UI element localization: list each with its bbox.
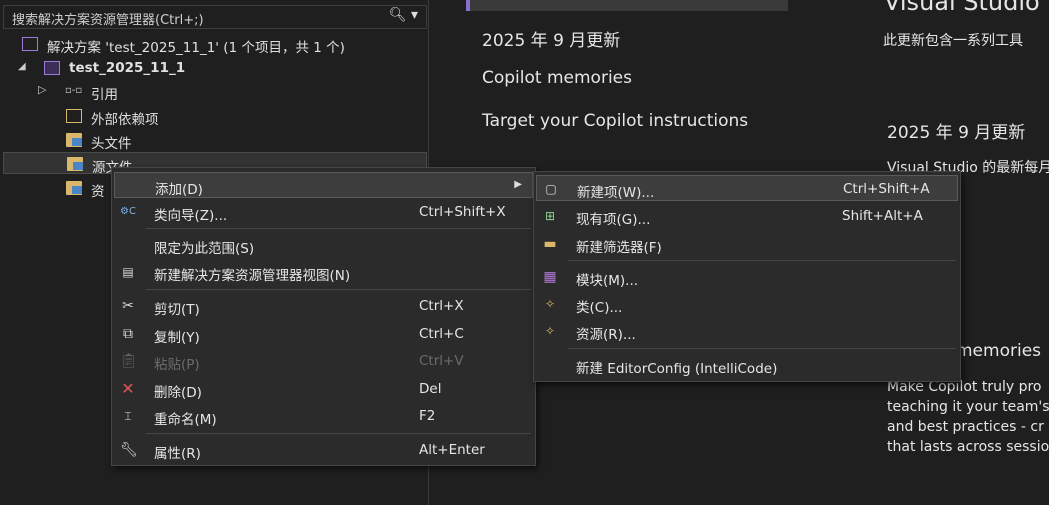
tree-item-references[interactable]: ▷ ▫-▫ 引用 (3, 80, 427, 103)
menu-item-existing-item[interactable]: ⊞ 现有项(G)... Shift+Alt+A (536, 203, 958, 229)
class-icon: ✧ (544, 297, 556, 311)
menu-shortcut: Ctrl+V (419, 353, 464, 369)
tree-item-label: test_2025_11_1 (69, 60, 186, 76)
menu-item-label: 类(C)... (576, 300, 623, 316)
tree-item-label: 头文件 (91, 136, 132, 152)
menu-item-new-view[interactable]: ▤ 新建解决方案资源管理器视图(N) (114, 259, 533, 285)
add-submenu: ▢ 新建项(W)... Ctrl+Shift+A ⊞ 现有项(G)... Shi… (533, 171, 961, 382)
menu-item-label: 删除(D) (154, 385, 202, 401)
menu-item-label: 模块(M)... (576, 273, 639, 289)
menu-item-scope[interactable]: 限定为此范围(S) (114, 232, 533, 258)
memories-line: and best practices - cr (887, 419, 1044, 435)
tree-item-header-files[interactable]: 头文件 (3, 129, 427, 152)
folder-icon (66, 181, 82, 195)
menu-separator (146, 289, 531, 290)
solution-icon (22, 37, 38, 51)
memories-line: teaching it your team's (887, 399, 1049, 415)
copy-icon: ⧉ (123, 326, 133, 342)
menu-item-label: 新建项(W)... (577, 185, 655, 201)
menu-item-label: 剪切(T) (154, 302, 200, 318)
menu-item-label: 新建 EditorConfig (IntelliCode) (576, 361, 778, 377)
tree-item-label: 资 (91, 184, 105, 200)
menu-item-editorconfig[interactable]: 新建 EditorConfig (IntelliCode) (536, 352, 958, 378)
nav-item-copilot-instructions[interactable]: Target your Copilot instructions (482, 111, 748, 131)
class-wizard-icon: ⚙C (120, 206, 136, 217)
menu-item-rename[interactable]: ⌶ 重命名(M) F2 (114, 403, 533, 429)
nav-item-sept-update[interactable]: 2025 年 9 月更新 (482, 26, 620, 51)
folder-icon (66, 133, 82, 147)
menu-separator (146, 228, 531, 229)
tree-item-label: 外部依赖项 (91, 112, 159, 128)
menu-shortcut: Ctrl+X (419, 298, 464, 314)
menu-item-label: 资源(R)... (576, 327, 636, 343)
menu-item-new-filter[interactable]: ▬ 新建筛选器(F) (536, 231, 958, 257)
properties-icon: 🔧︎ (120, 442, 138, 458)
menu-shortcut: Ctrl+Shift+X (419, 204, 506, 220)
context-menu: 添加(D) ▶ ⚙C 类向导(Z)... Ctrl+Shift+X 限定为此范围… (111, 167, 536, 466)
menu-separator (568, 260, 956, 261)
existing-item-icon: ⊞ (544, 209, 556, 223)
tree-item-project[interactable]: ◢ test_2025_11_1 (3, 57, 427, 79)
memories-title: memories (956, 341, 1042, 361)
menu-item-properties[interactable]: 🔧︎ 属性(R) Alt+Enter (114, 437, 533, 463)
menu-item-label: 属性(R) (154, 446, 201, 462)
delete-icon: ✕ (121, 379, 135, 398)
section-title: 2025 年 9 月更新 (887, 123, 1026, 143)
menu-item-label: 新建解决方案资源管理器视图(N) (154, 268, 351, 284)
menu-item-label: 重命名(M) (154, 412, 217, 428)
nav-selected-item[interactable] (466, 0, 788, 11)
menu-shortcut: Del (419, 381, 442, 397)
cut-icon: ✂ (122, 298, 134, 314)
menu-item-add[interactable]: 添加(D) ▶ (114, 172, 533, 198)
menu-separator (146, 433, 531, 434)
submenu-arrow-icon: ▶ (514, 179, 522, 190)
menu-item-copy[interactable]: ⧉ 复制(Y) Ctrl+C (114, 321, 533, 347)
external-deps-icon (66, 109, 82, 123)
menu-item-label: 现有项(G)... (576, 212, 651, 228)
page-heading: Visual Studio (884, 0, 1040, 16)
paste-icon: 📋︎ (120, 353, 138, 369)
rename-icon: ⌶ (124, 409, 132, 423)
menu-item-label: 添加(D) (155, 182, 203, 198)
menu-shortcut: F2 (419, 408, 436, 424)
tree-item-solution[interactable]: 解决方案 'test_2025_11_1' (1 个项目，共 1 个) (3, 33, 427, 56)
intro-text: 此更新包含一系列工具 (883, 33, 1023, 49)
folder-icon (67, 157, 83, 171)
search-input[interactable]: 搜索解决方案资源管理器(Ctrl+;) (12, 9, 204, 28)
menu-item-label: 粘贴(P) (154, 357, 200, 373)
menu-item-resource[interactable]: ✧ 资源(R)... (536, 318, 958, 344)
menu-item-label: 限定为此范围(S) (154, 241, 255, 257)
menu-item-module[interactable]: ▦ 模块(M)... (536, 264, 958, 290)
project-icon (44, 61, 60, 75)
menu-shortcut: Ctrl+C (419, 326, 464, 342)
collapse-arrow-icon[interactable]: ◢ (18, 61, 26, 72)
module-icon: ▦ (543, 269, 557, 285)
menu-shortcut: Shift+Alt+A (842, 208, 923, 224)
references-icon: ▫-▫ (65, 85, 83, 96)
menu-item-new-item[interactable]: ▢ 新建项(W)... Ctrl+Shift+A (536, 175, 958, 201)
menu-item-delete[interactable]: ✕ 删除(D) Del (114, 376, 533, 402)
menu-shortcut: Ctrl+Shift+A (843, 181, 930, 197)
menu-item-label: 复制(Y) (154, 330, 200, 346)
new-filter-icon: ▬ (543, 236, 557, 252)
expand-arrow-icon[interactable]: ▷ (38, 83, 46, 96)
resource-icon: ✧ (544, 324, 556, 338)
menu-item-class[interactable]: ✧ 类(C)... (536, 291, 958, 317)
search-box[interactable]: 搜索解决方案资源管理器(Ctrl+;) 🔍︎ ▾ (3, 5, 427, 29)
memories-line: that lasts across sessio (887, 439, 1049, 455)
menu-shortcut: Alt+Enter (419, 442, 485, 458)
search-icon[interactable]: 🔍︎ ▾ (389, 7, 418, 23)
menu-item-class-wizard[interactable]: ⚙C 类向导(Z)... Ctrl+Shift+X (114, 199, 533, 225)
menu-item-label: 新建筛选器(F) (576, 240, 662, 256)
menu-item-cut[interactable]: ✂ 剪切(T) Ctrl+X (114, 293, 533, 319)
nav-item-copilot-memories[interactable]: Copilot memories (482, 68, 632, 88)
menu-separator (568, 348, 956, 349)
menu-item-paste[interactable]: 📋︎ 粘贴(P) Ctrl+V (114, 348, 533, 374)
new-view-icon: ▤ (122, 265, 134, 279)
tree-item-label: 解决方案 'test_2025_11_1' (1 个项目，共 1 个) (47, 40, 345, 56)
tree-item-external-deps[interactable]: 外部依赖项 (3, 105, 427, 128)
new-item-icon: ▢ (545, 182, 557, 196)
menu-item-label: 类向导(Z)... (154, 208, 228, 224)
tree-item-label: 引用 (91, 87, 118, 103)
